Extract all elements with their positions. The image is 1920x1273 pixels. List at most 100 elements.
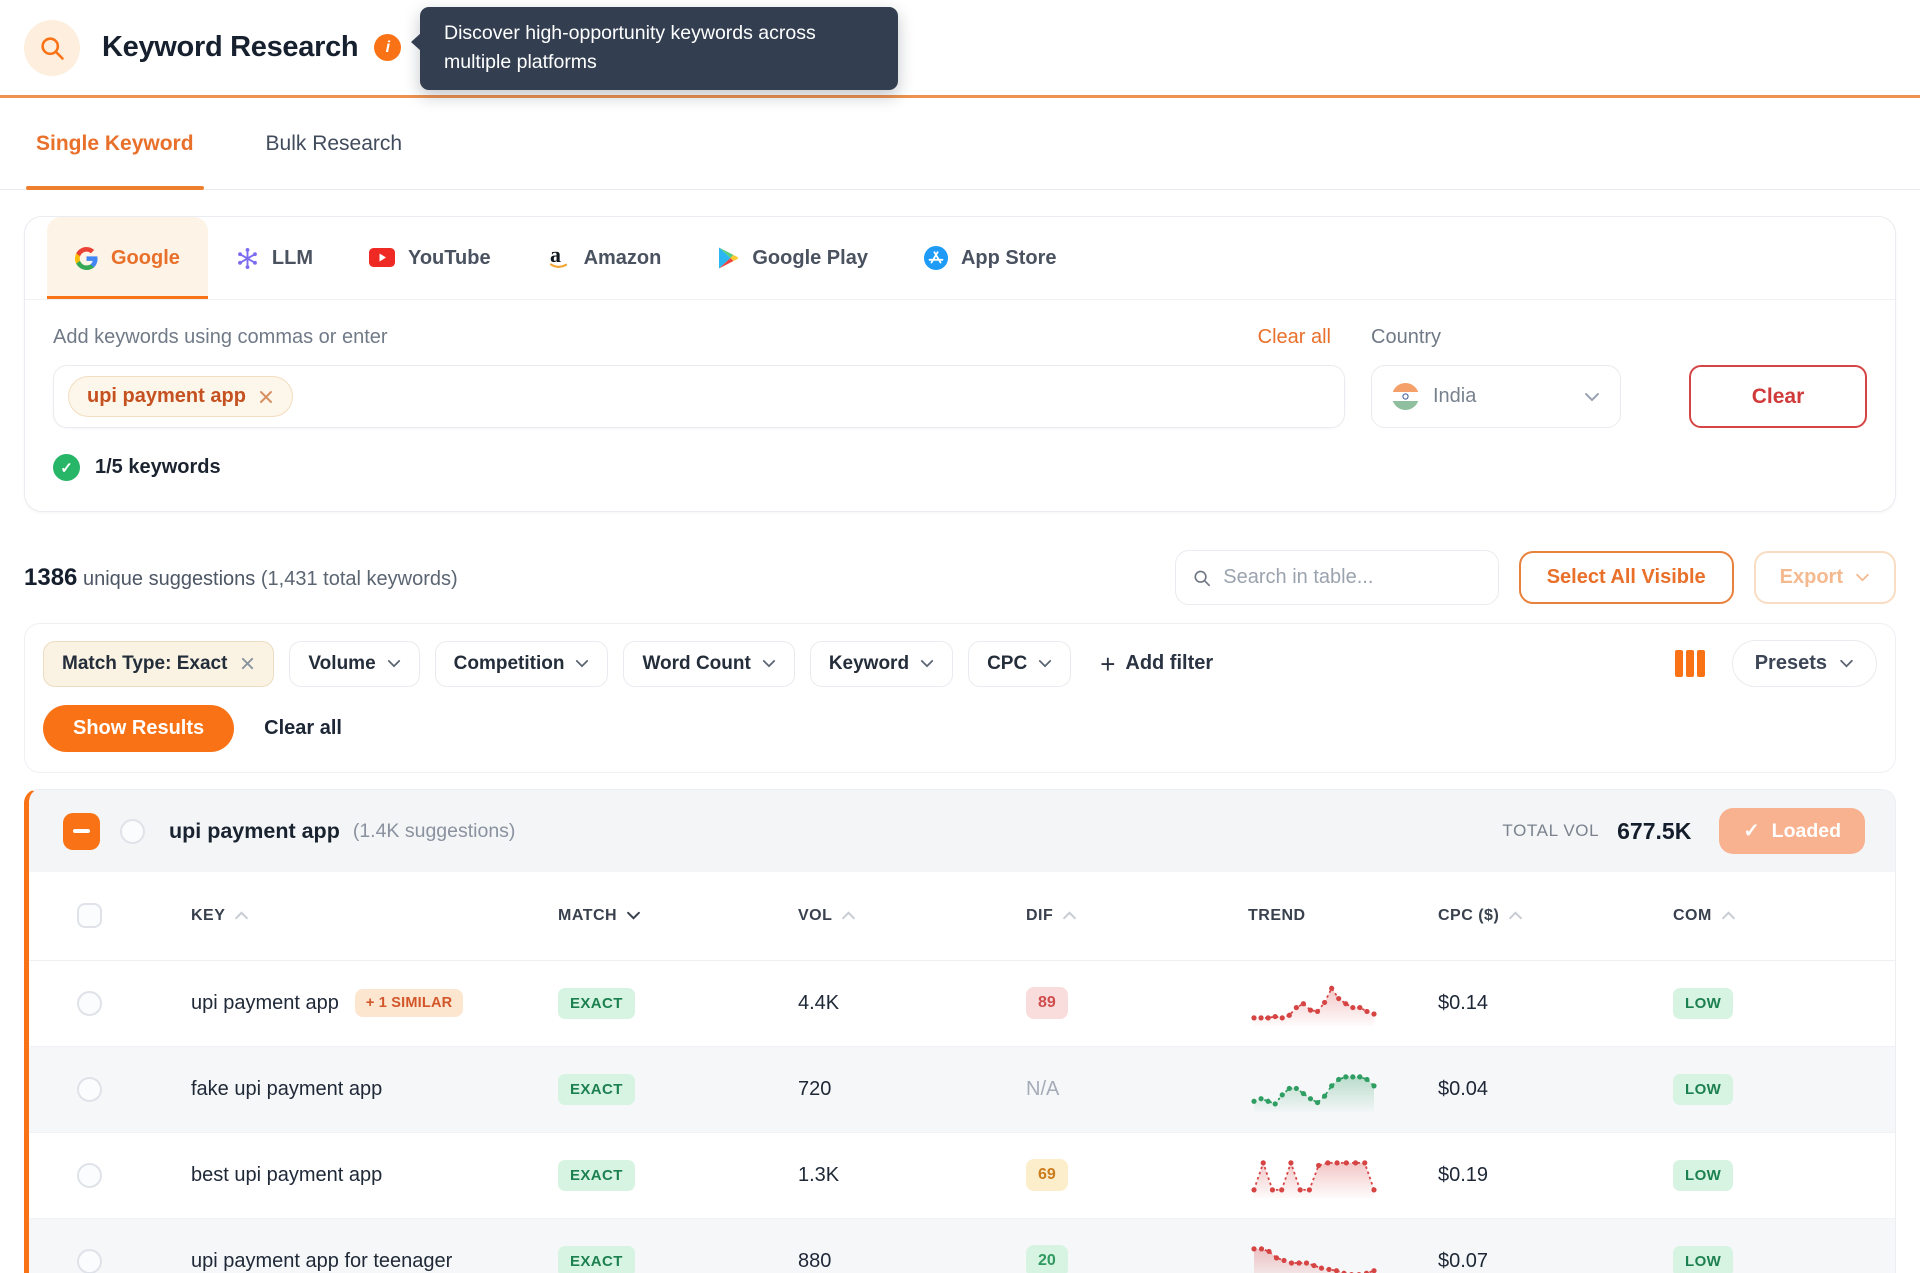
platform-tab-google[interactable]: Google: [47, 217, 208, 299]
keyword-chip: upi payment app: [68, 376, 293, 417]
sort-asc-icon: [1721, 911, 1735, 920]
table-row: upi payment app for teenager EXACT 880 2…: [29, 1217, 1895, 1273]
platform-tab-amazon[interactable]: a Amazon: [519, 217, 690, 299]
trend-sparkline: [1251, 985, 1377, 1026]
column-header-com[interactable]: COM: [1673, 872, 1895, 961]
competition-badge: LOW: [1673, 987, 1734, 1019]
country-label: Country: [1371, 326, 1442, 348]
platform-tab-label: LLM: [271, 246, 313, 269]
trend-sparkline: [1251, 1246, 1377, 1273]
keyword-input[interactable]: upi payment app: [53, 365, 1345, 428]
keyword-research-app: Keyword Research i Discover high-opportu…: [0, 0, 1920, 1273]
sort-asc-icon: [842, 911, 856, 920]
loaded-badge: ✓ Loaded: [1719, 808, 1865, 854]
keyword-input-label: Add keywords using commas or enter: [53, 326, 388, 348]
group-keyword: upi payment app: [169, 818, 340, 843]
platform-tab-llm[interactable]: LLM: [208, 217, 341, 299]
platform-tab-label: Amazon: [583, 246, 662, 269]
sort-asc-icon: [1063, 911, 1077, 920]
trend-sparkline: [1251, 1160, 1377, 1198]
google-icon: [75, 246, 98, 270]
select-all-checkbox[interactable]: [77, 903, 102, 929]
group-checkbox[interactable]: [120, 818, 145, 844]
similar-badge[interactable]: + 1 SIMILAR: [354, 989, 464, 1017]
export-button[interactable]: Export: [1753, 551, 1896, 604]
keyword-cell: upi payment app for teenager: [191, 1249, 453, 1272]
platform-tab-app-store[interactable]: App Store: [896, 217, 1085, 299]
filter-dropdown-word-count[interactable]: Word Count: [623, 640, 795, 687]
cpc-value: $0.14: [1438, 991, 1489, 1014]
dif-badge: 20: [1026, 1245, 1068, 1273]
info-icon[interactable]: i: [374, 34, 402, 61]
search-icon: [41, 36, 64, 60]
column-header-cpc[interactable]: CPC ($): [1438, 872, 1673, 961]
columns-icon[interactable]: [1674, 650, 1705, 677]
clear-button[interactable]: Clear: [1689, 365, 1867, 428]
suggestions-count: 1386 unique suggestions (1,431 total key…: [24, 564, 1175, 592]
chevron-down-icon: [627, 912, 640, 920]
add-filter-label: Add filter: [1125, 652, 1214, 674]
column-header-vol[interactable]: VOL: [798, 872, 1026, 961]
row-checkbox[interactable]: [77, 1076, 102, 1102]
clear-all-filters-link[interactable]: Clear all: [264, 717, 342, 740]
platform-tab-label: App Store: [960, 246, 1057, 269]
filter-dropdown-keyword[interactable]: Keyword: [809, 640, 954, 687]
keyword-chip-label: upi payment app: [87, 385, 246, 407]
table-row: best upi payment app EXACT 1.3K 69 $0.19…: [29, 1131, 1895, 1218]
chevron-down-icon: [576, 660, 589, 668]
total-vol-label: TOTAL VOL: [1502, 821, 1600, 840]
filter-dropdown-cpc[interactable]: CPC: [968, 640, 1072, 687]
country-value: India: [1433, 385, 1477, 407]
llm-icon: [237, 247, 257, 269]
match-badge: EXACT: [558, 1245, 635, 1273]
search-input[interactable]: [1223, 566, 1482, 589]
filter-chip-match-type[interactable]: Match Type: Exact: [43, 640, 275, 687]
country-select[interactable]: India: [1371, 365, 1621, 428]
close-icon[interactable]: [240, 656, 255, 671]
tab-single-keyword[interactable]: Single Keyword: [26, 98, 204, 190]
keywords-table: KEY MATCH VOL DIF TREND CPC ($) COM upi …: [29, 872, 1895, 1273]
tab-bulk-research[interactable]: Bulk Research: [262, 98, 407, 189]
row-checkbox[interactable]: [77, 1162, 102, 1188]
presets-label: Presets: [1754, 652, 1827, 674]
keyword-cell: upi payment app: [191, 991, 339, 1014]
minus-icon: [73, 829, 90, 833]
filter-dropdown-label: Keyword: [828, 652, 910, 674]
close-icon[interactable]: [258, 389, 274, 405]
cpc-value: $0.04: [1438, 1077, 1489, 1100]
sort-asc-icon: [235, 911, 249, 920]
platform-tab-youtube[interactable]: YouTube: [341, 217, 519, 299]
competition-badge: LOW: [1673, 1159, 1734, 1191]
chevron-down-icon: [1856, 573, 1869, 582]
suggestions-count-number: 1386: [24, 563, 78, 591]
column-header-dif[interactable]: DIF: [1026, 872, 1248, 961]
vol-value: 720: [798, 1077, 832, 1100]
chevron-down-icon: [1585, 392, 1599, 401]
column-header-match[interactable]: MATCH: [558, 872, 798, 961]
row-checkbox[interactable]: [77, 990, 102, 1016]
dif-badge: 69: [1026, 1159, 1068, 1191]
show-results-button[interactable]: Show Results: [43, 705, 235, 752]
vol-value: 1.3K: [798, 1163, 840, 1186]
presets-button[interactable]: Presets: [1731, 640, 1877, 687]
keyword-cell: best upi payment app: [191, 1163, 383, 1186]
export-button-label: Export: [1779, 566, 1843, 588]
clear-all-keywords-link[interactable]: Clear all: [1258, 326, 1331, 349]
select-all-visible-button[interactable]: Select All Visible: [1518, 551, 1734, 604]
plus-icon: +: [1100, 648, 1116, 679]
filter-dropdown-competition[interactable]: Competition: [434, 640, 609, 687]
group-indeterminate-checkbox[interactable]: [63, 812, 100, 850]
table-header-row: KEY MATCH VOL DIF TREND CPC ($) COM: [29, 872, 1895, 961]
filter-dropdown-label: Competition: [453, 652, 565, 674]
table-row: upi payment app + 1 SIMILAR EXACT 4.4K 89…: [29, 960, 1895, 1046]
platform-tab-google-play[interactable]: Google Play: [689, 217, 896, 299]
cpc-value: $0.19: [1438, 1163, 1489, 1186]
column-header-key[interactable]: KEY: [191, 872, 558, 961]
group-suggestions-count: (1.4K suggestions): [352, 819, 516, 842]
filter-dropdown-volume[interactable]: Volume: [289, 640, 420, 687]
tooltip: Discover high-opportunity keywords acros…: [411, 7, 898, 90]
add-filter-button[interactable]: + Add filter: [1100, 651, 1213, 677]
search-icon: [1194, 570, 1210, 586]
platform-tab-label: Google Play: [752, 246, 868, 269]
row-checkbox[interactable]: [77, 1248, 102, 1273]
